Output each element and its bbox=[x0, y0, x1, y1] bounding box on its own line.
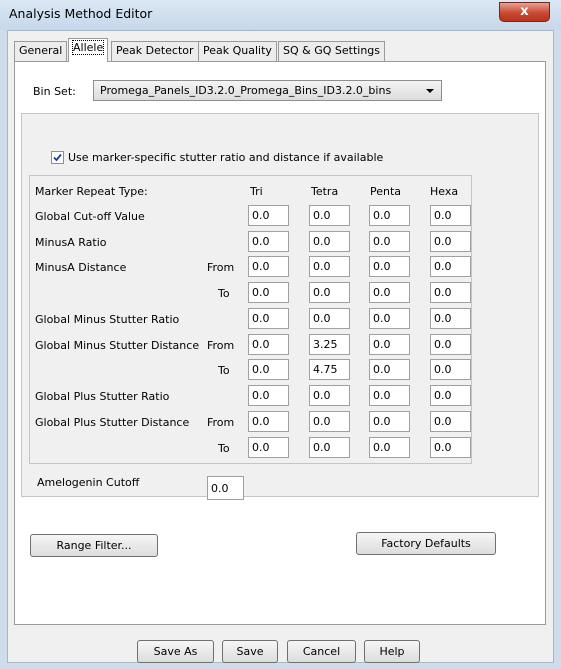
amelogenin-cutoff-label: Amelogenin Cutoff bbox=[37, 476, 140, 489]
column-header-penta: Penta bbox=[370, 185, 402, 198]
tab-allele[interactable]: Allele bbox=[68, 38, 109, 62]
minusa-ratio-tri-field[interactable]: 0.0 bbox=[248, 231, 289, 252]
plus-stutter-ratio-tri-field[interactable]: 0.0 bbox=[248, 385, 289, 406]
to-label: To bbox=[218, 442, 230, 455]
range-filter-button[interactable]: Range Filter... bbox=[30, 534, 158, 557]
minusa-ratio-hexa-field[interactable]: 0.0 bbox=[430, 231, 471, 252]
window-title: Analysis Method Editor bbox=[9, 6, 153, 21]
minus-stutter-distance-from-hexa-field[interactable]: 0.0 bbox=[430, 334, 471, 355]
bin-set-value: Promega_Panels_ID3.2.0_Promega_Bins_ID3.… bbox=[100, 84, 392, 97]
minusa-ratio-tetra-field[interactable]: 0.0 bbox=[309, 231, 350, 252]
global-cutoff-penta-field[interactable]: 0.0 bbox=[369, 205, 410, 226]
minus-stutter-distance-to-penta-field[interactable]: 0.0 bbox=[369, 359, 410, 380]
minus-stutter-ratio-tri-field[interactable]: 0.0 bbox=[248, 308, 289, 329]
amelogenin-cutoff-field[interactable]: 0.0 bbox=[207, 476, 244, 500]
close-icon[interactable]: x bbox=[520, 4, 528, 19]
row-label: Global Plus Stutter Distance bbox=[35, 416, 190, 429]
minus-stutter-distance-from-tetra-field[interactable]: 3.25 bbox=[309, 334, 350, 355]
global-cutoff-hexa-field[interactable]: 0.0 bbox=[430, 205, 471, 226]
plus-stutter-distance-to-penta-field[interactable]: 0.0 bbox=[369, 437, 410, 458]
minus-stutter-distance-to-tetra-field[interactable]: 4.75 bbox=[309, 359, 350, 380]
global-cutoff-tetra-field[interactable]: 0.0 bbox=[309, 205, 350, 226]
to-label: To bbox=[218, 287, 230, 300]
minus-stutter-ratio-tetra-field[interactable]: 0.0 bbox=[309, 308, 350, 329]
minusa-distance-to-hexa-field[interactable]: 0.0 bbox=[430, 282, 471, 303]
minus-stutter-distance-from-penta-field[interactable]: 0.0 bbox=[369, 334, 410, 355]
column-header-hexa: Hexa bbox=[430, 185, 459, 198]
marker-repeat-type-label: Marker Repeat Type: bbox=[35, 185, 148, 198]
minusa-ratio-penta-field[interactable]: 0.0 bbox=[369, 231, 410, 252]
bin-set-label: Bin Set: bbox=[33, 85, 76, 98]
minusa-distance-from-penta-field[interactable]: 0.0 bbox=[369, 256, 410, 277]
tab-peak-detector[interactable]: Peak Detector bbox=[111, 41, 199, 61]
minusa-distance-to-tri-field[interactable]: 0.0 bbox=[248, 282, 289, 303]
tab-peak-quality[interactable]: Peak Quality bbox=[198, 41, 277, 61]
save-as-button[interactable]: Save As bbox=[137, 640, 214, 663]
factory-defaults-button[interactable]: Factory Defaults bbox=[356, 532, 496, 555]
tab-sq-gq-settings[interactable]: SQ & GQ Settings bbox=[278, 41, 386, 61]
row-label: Global Plus Stutter Ratio bbox=[35, 390, 170, 403]
minus-stutter-ratio-penta-field[interactable]: 0.0 bbox=[369, 308, 410, 329]
minusa-distance-from-hexa-field[interactable]: 0.0 bbox=[430, 256, 471, 277]
minus-stutter-distance-from-tri-field[interactable]: 0.0 bbox=[248, 334, 289, 355]
cancel-button[interactable]: Cancel bbox=[287, 640, 356, 663]
plus-stutter-distance-to-tri-field[interactable]: 0.0 bbox=[248, 437, 289, 458]
row-label: Global Minus Stutter Ratio bbox=[35, 313, 180, 326]
row-label: Global Minus Stutter Distance bbox=[35, 339, 200, 352]
minusa-distance-to-penta-field[interactable]: 0.0 bbox=[369, 282, 410, 303]
from-label: From bbox=[207, 339, 235, 352]
column-header-tetra: Tetra bbox=[311, 185, 339, 198]
help-button[interactable]: Help bbox=[364, 640, 420, 663]
plus-stutter-distance-to-hexa-field[interactable]: 0.0 bbox=[430, 437, 471, 458]
minus-stutter-ratio-hexa-field[interactable]: 0.0 bbox=[430, 308, 471, 329]
plus-stutter-distance-from-tri-field[interactable]: 0.0 bbox=[248, 411, 289, 432]
check-icon bbox=[53, 153, 62, 162]
save-button[interactable]: Save bbox=[222, 640, 278, 663]
column-header-tri: Tri bbox=[250, 185, 263, 198]
bin-set-dropdown[interactable]: Promega_Panels_ID3.2.0_Promega_Bins_ID3.… bbox=[93, 80, 442, 101]
close-button[interactable]: x bbox=[499, 2, 550, 22]
plus-stutter-distance-from-tetra-field[interactable]: 0.0 bbox=[309, 411, 350, 432]
plus-stutter-distance-to-tetra-field[interactable]: 0.0 bbox=[309, 437, 350, 458]
minusa-distance-from-tri-field[interactable]: 0.0 bbox=[248, 256, 289, 277]
plus-stutter-ratio-penta-field[interactable]: 0.0 bbox=[369, 385, 410, 406]
row-label: MinusA Ratio bbox=[35, 236, 107, 249]
from-label: From bbox=[207, 416, 235, 429]
minus-stutter-distance-to-hexa-field[interactable]: 0.0 bbox=[430, 359, 471, 380]
chevron-down-icon[interactable] bbox=[426, 89, 434, 93]
tab-general[interactable]: General bbox=[14, 41, 68, 61]
minus-stutter-distance-to-tri-field[interactable]: 0.0 bbox=[248, 359, 289, 380]
minusa-distance-from-tetra-field[interactable]: 0.0 bbox=[309, 256, 350, 277]
marker-specific-stutter-checkbox[interactable] bbox=[51, 151, 64, 164]
minusa-distance-to-tetra-field[interactable]: 0.0 bbox=[309, 282, 350, 303]
marker-specific-stutter-label: Use marker-specific stutter ratio and di… bbox=[68, 151, 384, 164]
title-bar: Analysis Method Editor x bbox=[0, 0, 561, 30]
plus-stutter-ratio-hexa-field[interactable]: 0.0 bbox=[430, 385, 471, 406]
to-label: To bbox=[218, 364, 230, 377]
row-label: Global Cut-off Value bbox=[35, 210, 145, 223]
from-label: From bbox=[207, 261, 235, 274]
plus-stutter-ratio-tetra-field[interactable]: 0.0 bbox=[309, 385, 350, 406]
row-label: MinusA Distance bbox=[35, 261, 127, 274]
global-cutoff-tri-field[interactable]: 0.0 bbox=[248, 205, 289, 226]
plus-stutter-distance-from-penta-field[interactable]: 0.0 bbox=[369, 411, 410, 432]
plus-stutter-distance-from-hexa-field[interactable]: 0.0 bbox=[430, 411, 471, 432]
